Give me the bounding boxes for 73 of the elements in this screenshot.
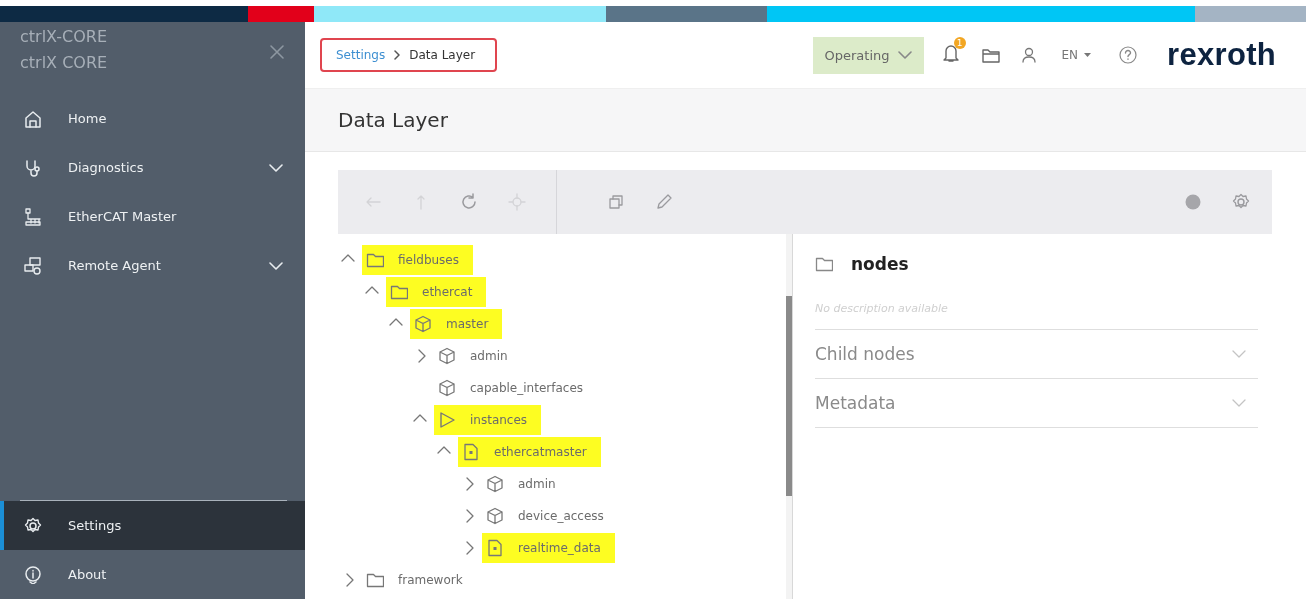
remote-agent-icon — [24, 256, 42, 275]
file-icon — [462, 443, 480, 461]
caret-down-icon — [1084, 53, 1092, 57]
settings-icon — [24, 516, 42, 535]
tree-node[interactable]: framework — [362, 565, 477, 595]
chevron-down-icon — [269, 261, 283, 270]
network-icon — [24, 207, 42, 226]
scrollbar[interactable] — [786, 234, 792, 599]
tree-node[interactable]: admin — [434, 341, 522, 371]
sidebar-item[interactable]: Diagnostics — [0, 143, 305, 192]
chevron-right-icon — [393, 50, 402, 60]
stethoscope-icon — [24, 158, 42, 177]
state-dropdown[interactable]: Operating — [812, 36, 924, 74]
tree-node[interactable]: ethercat — [386, 277, 487, 307]
page-title: Data Layer — [338, 108, 448, 132]
status-dot-icon — [1184, 193, 1202, 211]
tree-node[interactable]: device_access — [482, 501, 618, 531]
chevron-up-icon[interactable] — [365, 285, 379, 295]
cube-icon — [414, 315, 432, 333]
product-title: ctrlX-CORE — [20, 28, 108, 46]
sidebar-item[interactable]: About — [0, 550, 305, 599]
logo: rexroth — [1167, 37, 1276, 73]
language-dropdown[interactable]: EN — [1055, 47, 1098, 63]
sidebar-item[interactable]: Home — [0, 94, 305, 143]
chevron-down-icon — [897, 51, 912, 59]
chevron-down-icon — [1232, 350, 1246, 358]
cube-icon — [486, 507, 504, 525]
chevron-up-icon[interactable] — [413, 413, 427, 423]
product-title: ctrlX CORE — [20, 54, 108, 72]
breadcrumb-current: Data Layer — [409, 48, 476, 62]
pen-icon — [655, 193, 673, 211]
tree-node[interactable]: master — [410, 309, 503, 339]
tree-node[interactable]: instances — [434, 405, 542, 435]
folder-icon — [366, 251, 384, 269]
close-icon[interactable] — [269, 44, 285, 60]
copy-icon — [607, 193, 625, 211]
folder-icon — [366, 571, 384, 589]
sidebar-item[interactable]: EtherCAT Master — [0, 192, 305, 241]
cube-icon — [438, 347, 456, 365]
folder-icon[interactable] — [981, 47, 1000, 63]
chevron-up-icon[interactable] — [389, 317, 403, 327]
cube-icon — [438, 379, 456, 397]
breadcrumb-link[interactable]: Settings — [336, 48, 386, 62]
notification-badge: 1 — [953, 37, 966, 49]
sidebar-item[interactable]: Remote Agent — [0, 241, 305, 290]
toolbar-button[interactable] — [460, 193, 478, 211]
user-icon[interactable] — [1021, 47, 1036, 63]
chevron-up-icon[interactable] — [341, 253, 355, 263]
tree-node[interactable]: ethercatmaster — [458, 437, 601, 467]
tree-node[interactable]: fieldbuses — [362, 245, 473, 275]
sidebar-item[interactable]: Settings — [0, 501, 305, 550]
accordion-header[interactable]: Metadata — [815, 378, 1258, 427]
help-icon[interactable] — [1119, 46, 1138, 64]
tree-node[interactable]: capable_interfaces — [434, 373, 598, 403]
toolbar-button[interactable] — [655, 193, 673, 211]
tree-node[interactable]: realtime_data — [482, 533, 615, 563]
refresh-icon — [460, 193, 478, 211]
chevron-down-icon — [1232, 399, 1246, 407]
play-icon — [438, 411, 456, 429]
info-icon — [24, 565, 42, 584]
accordion-header[interactable]: Child nodes — [815, 329, 1258, 378]
chevron-down-icon — [269, 163, 283, 172]
tree-node[interactable]: admin — [482, 469, 570, 499]
toolbar-button[interactable] — [1232, 193, 1250, 211]
file-icon — [486, 539, 504, 557]
folder-icon — [390, 283, 408, 301]
folder-icon — [815, 255, 833, 273]
chevron-up-icon[interactable] — [437, 445, 451, 455]
home-icon — [24, 109, 42, 128]
crosshair-icon — [508, 193, 526, 211]
cube-icon — [486, 475, 504, 493]
settings-icon — [1232, 193, 1250, 211]
node-title: nodes — [851, 254, 909, 274]
